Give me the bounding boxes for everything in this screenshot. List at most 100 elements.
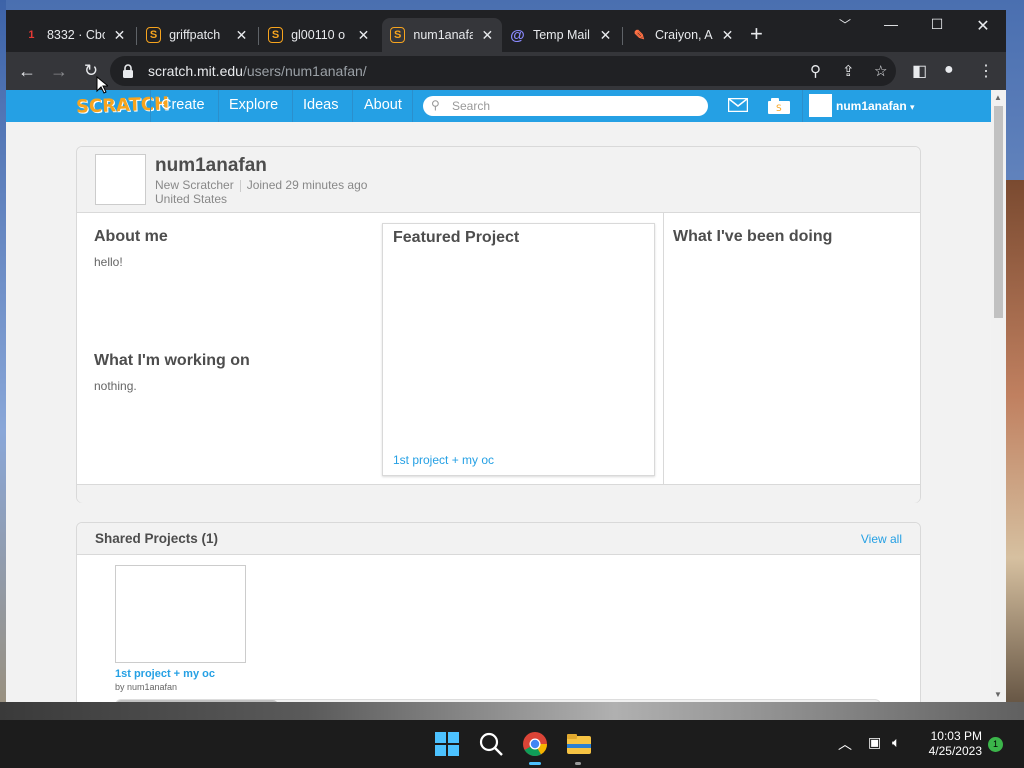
nav-create[interactable]: Create: [161, 97, 205, 113]
shared-projects-box: Shared Projects (1) View all 1st project…: [76, 522, 921, 702]
taskbar-clock[interactable]: 10:03 PM 4/25/2023: [920, 729, 982, 759]
about-me-text: hello!: [94, 255, 123, 269]
page-scrollbar[interactable]: ▲ ▼: [991, 90, 1006, 702]
profile-box: num1anafan New Scratcher Joined 29 minute…: [76, 146, 921, 503]
view-all-link[interactable]: View all: [861, 532, 902, 546]
featured-project-link[interactable]: 1st project + my oc: [393, 453, 494, 467]
working-on-text: nothing.: [94, 379, 137, 393]
nav-ideas[interactable]: Ideas: [303, 97, 338, 113]
scroll-down-icon[interactable]: ▼: [994, 690, 1002, 699]
project-author: by num1anafan: [115, 682, 178, 692]
messages-icon[interactable]: [728, 98, 748, 112]
page-scrollbar-thumb[interactable]: [994, 106, 1003, 318]
desktop-wallpaper-right: [1006, 180, 1024, 720]
windows-start-icon[interactable]: [433, 730, 461, 758]
taskbar: ︿ ▣ 🔈︎ 10:03 PM 4/25/2023 1: [0, 720, 1024, 768]
nav-about[interactable]: About: [364, 97, 402, 113]
scratch-favicon-icon: S: [146, 27, 162, 43]
tab-bar: 1 8332 · Cbc ✕ S griffpatch ✕ S gl00110 …: [6, 10, 1006, 52]
profile-country: United States: [155, 192, 228, 206]
tab-title: griffpatch: [169, 28, 221, 42]
tab-title: 8332 · Cbc: [46, 28, 105, 42]
tab-3[interactable]: S gl00110 o ✕: [260, 18, 378, 52]
browser-window: 1 8332 · Cbc ✕ S griffpatch ✕ S gl00110 …: [6, 10, 1006, 702]
shared-projects-header: Shared Projects (1) View all: [77, 523, 920, 555]
profile-icon[interactable]: ●: [944, 61, 954, 79]
close-icon[interactable]: ✕: [721, 27, 734, 44]
search-icon[interactable]: [477, 730, 505, 758]
share-icon[interactable]: ⇪: [842, 62, 855, 80]
tab-favicon: 1: [28, 29, 35, 41]
file-explorer-icon[interactable]: [565, 730, 593, 758]
project-title-link[interactable]: 1st project + my oc: [115, 668, 215, 680]
activity-title: What I've been doing: [673, 228, 833, 245]
maximize-button[interactable]: ☐: [914, 16, 960, 33]
volume-icon[interactable]: 🔈︎: [892, 734, 900, 751]
close-icon[interactable]: ✕: [235, 27, 248, 44]
close-icon[interactable]: ✕: [599, 27, 612, 44]
close-icon[interactable]: ✕: [113, 27, 126, 44]
network-icon[interactable]: ▣: [868, 734, 881, 751]
profile-header: num1anafan New Scratcher Joined 29 minute…: [77, 147, 920, 213]
nav-explore[interactable]: Explore: [229, 97, 278, 113]
window-close-button[interactable]: ✕: [960, 16, 1006, 36]
tab-search-chevron-icon[interactable]: ﹀: [822, 16, 868, 33]
about-me-title: About me: [94, 228, 168, 245]
search-icon: ⚲: [431, 98, 440, 112]
new-tab-button[interactable]: +: [750, 23, 763, 45]
scratch-navbar: SCRATCH Create Explore Ideas About ⚲ Sea…: [6, 90, 991, 122]
tab-title: Craiyon, A: [654, 28, 713, 42]
forward-arrow-icon[interactable]: →: [48, 60, 70, 82]
tab-title: num1anafa: [413, 28, 473, 42]
tab-title: gl00110 o: [291, 28, 346, 42]
notification-badge[interactable]: 1: [988, 737, 1003, 752]
carousel-scrollbar[interactable]: [115, 699, 881, 702]
featured-project-panel: Featured Project 1st project + my oc: [382, 223, 655, 476]
chrome-icon[interactable]: [521, 730, 549, 758]
lock-icon: [123, 64, 133, 78]
at-sign-icon: @: [510, 26, 525, 44]
bookmark-star-icon[interactable]: ☆: [874, 62, 887, 80]
svg-text:S: S: [776, 104, 782, 114]
scroll-up-icon[interactable]: ▲: [994, 93, 1002, 102]
mouse-cursor-icon: [96, 76, 108, 94]
shared-projects-title: Shared Projects (1): [95, 531, 219, 546]
tab-2[interactable]: S griffpatch ✕: [138, 18, 256, 52]
profile-footer: [77, 484, 920, 503]
profile-role: New Scratcher: [155, 178, 234, 192]
tab-4-active[interactable]: S num1anafa ✕: [382, 18, 502, 52]
scratch-favicon-icon: S: [268, 27, 284, 43]
scratch-page: SCRATCH Create Explore Ideas About ⚲ Sea…: [6, 90, 991, 702]
clock-date: 4/25/2023: [928, 744, 982, 758]
pencil-icon: ✎: [633, 26, 646, 43]
url-text: scratch.mit.edu/users/num1anafan/: [148, 63, 367, 79]
scratch-logo[interactable]: SCRATCH: [76, 93, 170, 117]
working-on-title: What I'm working on: [94, 352, 250, 369]
my-stuff-folder-icon[interactable]: S: [768, 98, 790, 114]
profile-avatar[interactable]: [95, 154, 146, 205]
tray-chevron-icon[interactable]: ︿: [838, 734, 852, 754]
browser-toolbar: ← → ↻ scratch.mit.edu/users/num1anafan/ …: [6, 52, 1006, 90]
avatar[interactable]: [809, 94, 832, 117]
close-icon[interactable]: ✕: [481, 27, 494, 44]
close-icon[interactable]: ✕: [357, 27, 370, 44]
search-input[interactable]: ⚲ Search: [423, 96, 708, 116]
clock-time: 10:03 PM: [930, 729, 982, 743]
search-placeholder: Search: [452, 99, 491, 113]
tab-1[interactable]: 1 8332 · Cbc ✕: [16, 18, 134, 52]
tab-6[interactable]: ✎ Craiyon, A ✕: [624, 18, 742, 52]
back-arrow-icon[interactable]: ←: [16, 60, 38, 82]
tab-5[interactable]: @ Temp Mail ✕: [502, 18, 620, 52]
desktop-wallpaper-bottom: [0, 702, 1024, 720]
project-thumbnail[interactable]: [115, 565, 246, 663]
account-menu[interactable]: num1anafan ▾: [836, 99, 915, 113]
scratch-favicon-icon: S: [390, 27, 406, 43]
carousel-scrollbar-thumb[interactable]: [116, 700, 278, 702]
address-bar[interactable]: scratch.mit.edu/users/num1anafan/ ⚲ ⇪ ☆: [110, 56, 896, 86]
side-panel-icon[interactable]: ◧: [912, 61, 927, 81]
tab-title: Temp Mail: [532, 28, 590, 42]
profile-username: num1anafan: [155, 155, 267, 176]
zoom-icon[interactable]: ⚲: [810, 62, 821, 80]
minimize-button[interactable]: —: [868, 16, 914, 32]
menu-dots-icon[interactable]: ⋮: [978, 61, 994, 81]
